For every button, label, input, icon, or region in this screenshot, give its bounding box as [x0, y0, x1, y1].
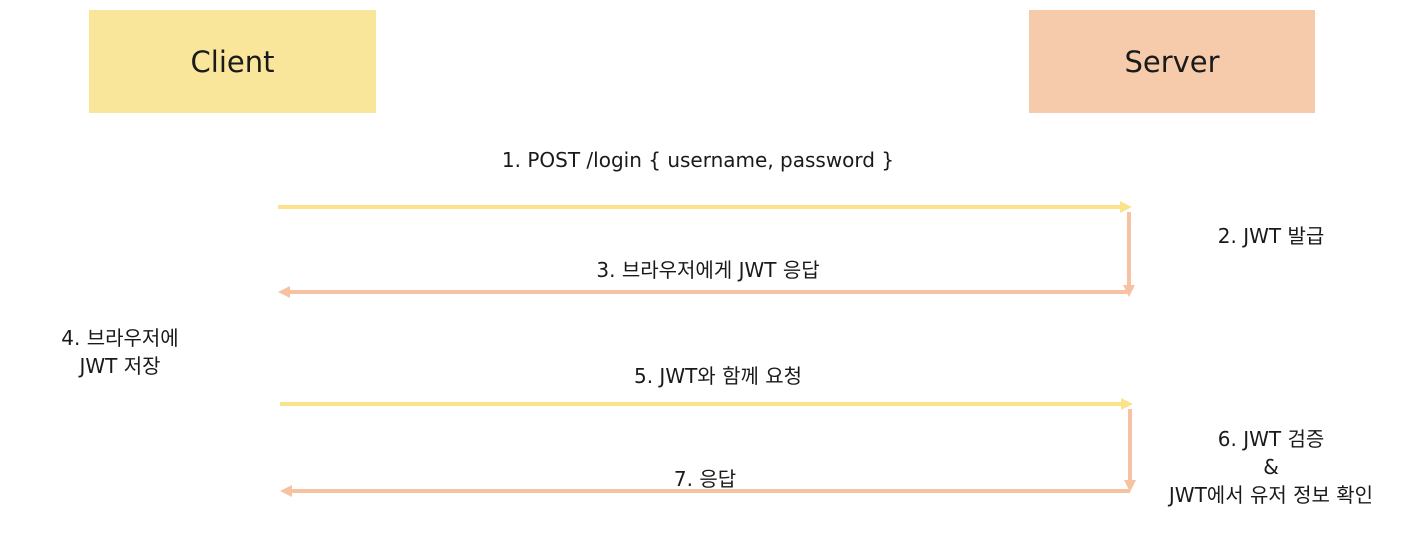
- arrow-step5-request: [280, 398, 1133, 410]
- step4-label: 4. 브라우저에 JWT 저장: [40, 324, 200, 380]
- step1-label: 1. POST /login { username, password }: [501, 148, 895, 172]
- step7-label: 7. 응답: [673, 467, 737, 491]
- step6-line2: &: [1263, 455, 1279, 479]
- step5-label: 5. JWT와 함께 요청: [633, 364, 803, 388]
- step2-label: 2. JWT 발급: [1217, 224, 1325, 248]
- step6-line3: JWT에서 유저 정보 확인: [1168, 483, 1374, 507]
- step3-label: 3. 브라우저에게 JWT 응답: [596, 258, 820, 282]
- step4-line1: 4. 브라우저에: [61, 326, 179, 350]
- arrow-step1-request: [278, 201, 1132, 213]
- arrow-server-process-1: [1123, 212, 1135, 297]
- arrow-step3-response: [278, 286, 1129, 298]
- step6-label: 6. JWT 검증 & JWT에서 유저 정보 확인: [1140, 425, 1402, 509]
- arrow-server-process-2: [1124, 409, 1136, 492]
- step4-line2: JWT 저장: [79, 354, 161, 378]
- step6-line1: 6. JWT 검증: [1217, 427, 1325, 451]
